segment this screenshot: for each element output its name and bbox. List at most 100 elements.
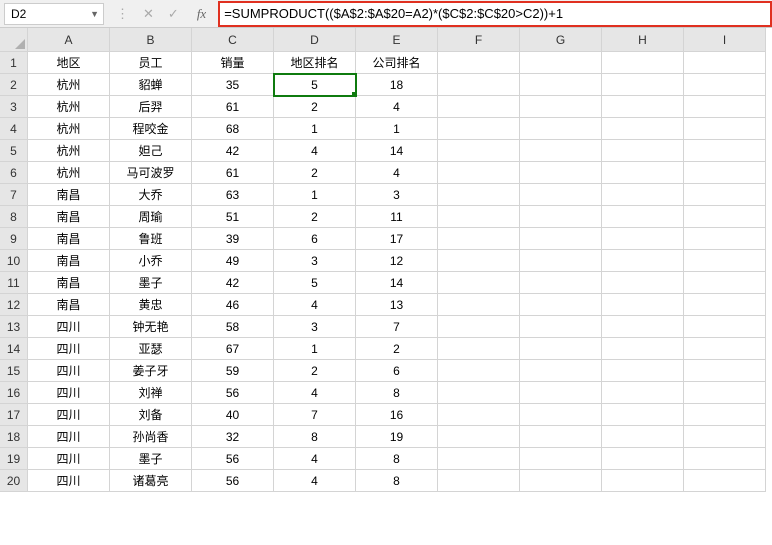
- row-header[interactable]: 12: [0, 294, 28, 316]
- cell-A16[interactable]: 四川: [28, 382, 110, 404]
- cell-B8[interactable]: 周瑜: [110, 206, 192, 228]
- cell-E9[interactable]: 17: [356, 228, 438, 250]
- cancel-icon[interactable]: ✕: [143, 6, 154, 22]
- cell-H10[interactable]: [602, 250, 684, 272]
- cell-B16[interactable]: 刘禅: [110, 382, 192, 404]
- cell-C4[interactable]: 68: [192, 118, 274, 140]
- cell-A5[interactable]: 杭州: [28, 140, 110, 162]
- cell-B4[interactable]: 程咬金: [110, 118, 192, 140]
- row-header[interactable]: 5: [0, 140, 28, 162]
- row-header[interactable]: 11: [0, 272, 28, 294]
- cell-F2[interactable]: [438, 74, 520, 96]
- cell-B1[interactable]: 员工: [110, 52, 192, 74]
- cell-A4[interactable]: 杭州: [28, 118, 110, 140]
- row-header[interactable]: 4: [0, 118, 28, 140]
- row-header[interactable]: 3: [0, 96, 28, 118]
- cell-F13[interactable]: [438, 316, 520, 338]
- cell-A18[interactable]: 四川: [28, 426, 110, 448]
- cell-E8[interactable]: 11: [356, 206, 438, 228]
- cell-A2[interactable]: 杭州: [28, 74, 110, 96]
- cell-D14[interactable]: 1: [274, 338, 356, 360]
- cell-H7[interactable]: [602, 184, 684, 206]
- cell-I2[interactable]: [684, 74, 766, 96]
- cell-F9[interactable]: [438, 228, 520, 250]
- cell-C6[interactable]: 61: [192, 162, 274, 184]
- cell-E7[interactable]: 3: [356, 184, 438, 206]
- cell-C18[interactable]: 32: [192, 426, 274, 448]
- cell-I19[interactable]: [684, 448, 766, 470]
- cell-D6[interactable]: 2: [274, 162, 356, 184]
- cell-C16[interactable]: 56: [192, 382, 274, 404]
- row-header[interactable]: 1: [0, 52, 28, 74]
- cell-I4[interactable]: [684, 118, 766, 140]
- cell-D5[interactable]: 4: [274, 140, 356, 162]
- cell-C12[interactable]: 46: [192, 294, 274, 316]
- cell-A9[interactable]: 南昌: [28, 228, 110, 250]
- cell-C8[interactable]: 51: [192, 206, 274, 228]
- cell-E12[interactable]: 13: [356, 294, 438, 316]
- cell-I13[interactable]: [684, 316, 766, 338]
- name-box[interactable]: D2 ▼: [4, 3, 104, 25]
- row-header[interactable]: 20: [0, 470, 28, 492]
- cell-D15[interactable]: 2: [274, 360, 356, 382]
- cell-H16[interactable]: [602, 382, 684, 404]
- cell-I3[interactable]: [684, 96, 766, 118]
- cell-I5[interactable]: [684, 140, 766, 162]
- cell-E3[interactable]: 4: [356, 96, 438, 118]
- cell-I6[interactable]: [684, 162, 766, 184]
- row-header[interactable]: 15: [0, 360, 28, 382]
- cell-D20[interactable]: 4: [274, 470, 356, 492]
- cell-E16[interactable]: 8: [356, 382, 438, 404]
- row-header[interactable]: 16: [0, 382, 28, 404]
- cell-E18[interactable]: 19: [356, 426, 438, 448]
- cell-H17[interactable]: [602, 404, 684, 426]
- cell-F19[interactable]: [438, 448, 520, 470]
- cell-I15[interactable]: [684, 360, 766, 382]
- cell-H19[interactable]: [602, 448, 684, 470]
- column-header-E[interactable]: E: [356, 28, 438, 52]
- confirm-icon[interactable]: ✓: [168, 6, 179, 22]
- cell-A3[interactable]: 杭州: [28, 96, 110, 118]
- cell-D12[interactable]: 4: [274, 294, 356, 316]
- cell-I7[interactable]: [684, 184, 766, 206]
- cell-B13[interactable]: 钟无艳: [110, 316, 192, 338]
- column-header-H[interactable]: H: [602, 28, 684, 52]
- cell-D18[interactable]: 8: [274, 426, 356, 448]
- cell-H18[interactable]: [602, 426, 684, 448]
- cell-F16[interactable]: [438, 382, 520, 404]
- cell-A10[interactable]: 南昌: [28, 250, 110, 272]
- cell-F7[interactable]: [438, 184, 520, 206]
- cell-C3[interactable]: 61: [192, 96, 274, 118]
- cell-A15[interactable]: 四川: [28, 360, 110, 382]
- fx-icon[interactable]: fx: [193, 6, 210, 22]
- chevron-down-icon[interactable]: ▼: [90, 9, 99, 19]
- cell-C1[interactable]: 销量: [192, 52, 274, 74]
- cell-H5[interactable]: [602, 140, 684, 162]
- cell-I8[interactable]: [684, 206, 766, 228]
- cell-C9[interactable]: 39: [192, 228, 274, 250]
- cell-I17[interactable]: [684, 404, 766, 426]
- cell-E11[interactable]: 14: [356, 272, 438, 294]
- cell-H4[interactable]: [602, 118, 684, 140]
- cell-G16[interactable]: [520, 382, 602, 404]
- cell-B20[interactable]: 诸葛亮: [110, 470, 192, 492]
- cell-H2[interactable]: [602, 74, 684, 96]
- cell-B11[interactable]: 墨子: [110, 272, 192, 294]
- cell-I16[interactable]: [684, 382, 766, 404]
- cell-B7[interactable]: 大乔: [110, 184, 192, 206]
- cell-C14[interactable]: 67: [192, 338, 274, 360]
- column-header-C[interactable]: C: [192, 28, 274, 52]
- cell-E17[interactable]: 16: [356, 404, 438, 426]
- cell-H12[interactable]: [602, 294, 684, 316]
- cell-B3[interactable]: 后羿: [110, 96, 192, 118]
- cell-D3[interactable]: 2: [274, 96, 356, 118]
- cell-H11[interactable]: [602, 272, 684, 294]
- cell-G13[interactable]: [520, 316, 602, 338]
- cell-I10[interactable]: [684, 250, 766, 272]
- cell-F6[interactable]: [438, 162, 520, 184]
- cell-E4[interactable]: 1: [356, 118, 438, 140]
- cell-A7[interactable]: 南昌: [28, 184, 110, 206]
- cell-A1[interactable]: 地区: [28, 52, 110, 74]
- cell-B18[interactable]: 孙尚香: [110, 426, 192, 448]
- cell-D11[interactable]: 5: [274, 272, 356, 294]
